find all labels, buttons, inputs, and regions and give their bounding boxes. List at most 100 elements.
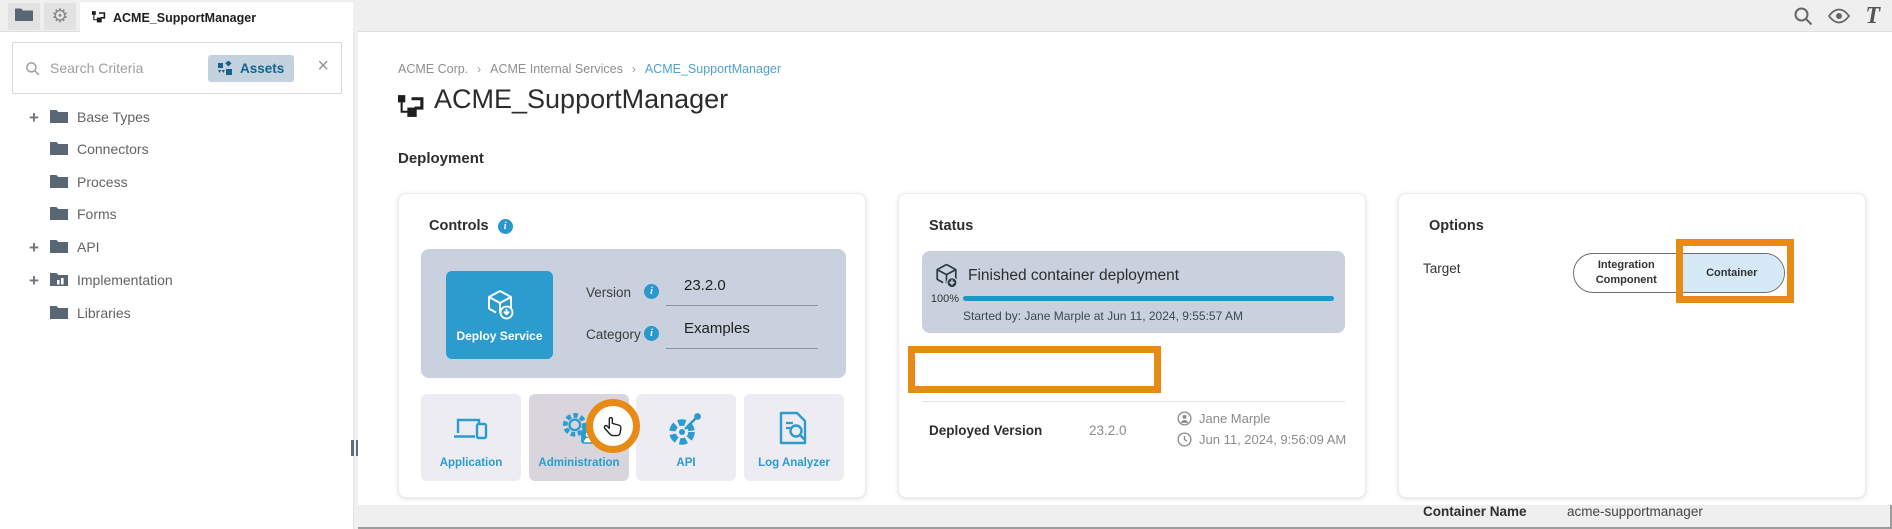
version-input-underline: [666, 305, 818, 306]
progress-percent: 100%: [926, 293, 959, 305]
breadcrumb-item[interactable]: ACME Internal Services: [490, 62, 623, 76]
target-option-integration-component[interactable]: Integration Component: [1574, 254, 1679, 292]
tile-label: Application: [440, 457, 503, 469]
target-option-label: Container: [1706, 266, 1757, 281]
sidebar-item-libraries[interactable]: Libraries: [0, 302, 353, 324]
tree-item-label: Implementation: [77, 272, 173, 288]
info-icon[interactable]: [644, 326, 659, 341]
tile-label: Administration: [538, 457, 619, 469]
breadcrumb-separator: ›: [632, 62, 636, 76]
version-label: Version: [586, 285, 631, 300]
tree-item-label: Forms: [77, 206, 117, 222]
tab-title: ACME_SupportManager: [113, 11, 256, 25]
sidebar-item-forms[interactable]: Forms: [0, 203, 353, 225]
deployed-version-label: Deployed Version: [929, 423, 1042, 438]
settings-button[interactable]: ⚙: [44, 3, 76, 30]
options-card: Options Target Integration Component Con…: [1398, 193, 1866, 498]
api-tile[interactable]: API: [636, 394, 736, 481]
preview-eye-icon[interactable]: [1828, 8, 1850, 24]
sidebar-item-base-types[interactable]: + Base Types: [0, 106, 353, 128]
expand-icon[interactable]: +: [26, 109, 42, 126]
deploy-panel: Deploy Service Version 23.2.0 Category E…: [421, 249, 846, 378]
section-heading: Deployment: [398, 150, 484, 167]
controls-heading: Controls: [429, 218, 489, 234]
container-name-label: Container Name: [1423, 504, 1527, 519]
tree-item-label: API: [77, 239, 100, 255]
breadcrumb-current[interactable]: ACME_SupportManager: [645, 62, 781, 76]
deployed-by-name: Jane Marple: [1199, 411, 1271, 426]
category-label: Category: [586, 327, 641, 342]
brand-logo: T: [1865, 4, 1880, 28]
category-value[interactable]: Examples: [684, 320, 750, 337]
sidebar-item-implementation[interactable]: + Implementation: [0, 269, 353, 291]
deploy-button-label: Deploy Service: [456, 329, 542, 343]
target-toggle: Integration Component Container: [1573, 253, 1785, 293]
gear-icon: ⚙: [51, 7, 68, 26]
progress-bar: [963, 296, 1334, 301]
deploy-service-button[interactable]: Deploy Service: [446, 271, 553, 359]
deployed-at-time: Jun 11, 2024, 9:56:09 AM: [1199, 432, 1346, 447]
divider: [922, 401, 1345, 402]
sidebar-item-connectors[interactable]: Connectors: [0, 138, 353, 160]
assets-icon: [218, 61, 233, 76]
hand-cursor-icon: [602, 415, 625, 440]
search-input-placeholder[interactable]: Search Criteria: [50, 60, 143, 76]
folder-icon: [50, 174, 68, 193]
asset-search-box[interactable]: Search Criteria Assets ×: [12, 42, 342, 94]
controls-card: Controls Deploy Service Version 23.2.0 C…: [398, 193, 866, 498]
tree-item-label: Connectors: [77, 141, 149, 157]
assets-filter-chip[interactable]: Assets: [208, 55, 294, 82]
assets-chip-label: Assets: [240, 61, 284, 76]
application-tile[interactable]: Application: [421, 394, 521, 481]
category-input-underline: [666, 348, 818, 349]
breadcrumb-item[interactable]: ACME Corp.: [398, 62, 468, 76]
deployment-message: Finished container deployment: [968, 267, 1179, 285]
deployed-by-line: Jane Marple: [1177, 411, 1271, 426]
status-heading: Status: [929, 218, 973, 234]
package-icon: [933, 262, 960, 294]
folder-icon: [50, 239, 68, 258]
global-search-icon[interactable]: [1793, 6, 1813, 26]
clock-icon: [1177, 432, 1192, 447]
application-devices-icon: [452, 414, 490, 444]
options-heading: Options: [1429, 218, 1484, 234]
tree-item-label: Base Types: [77, 109, 150, 125]
service-status-highlight-box: [908, 346, 1161, 393]
tile-label: Log Analyzer: [758, 457, 830, 469]
deployed-version-value: 23.2.0: [1089, 423, 1127, 438]
deployed-at-line: Jun 11, 2024, 9:56:09 AM: [1177, 432, 1346, 447]
project-icon: [398, 93, 425, 123]
user-icon: [1177, 411, 1192, 426]
expand-icon[interactable]: +: [26, 239, 42, 256]
close-icon[interactable]: ×: [317, 56, 329, 76]
info-icon[interactable]: [644, 284, 659, 299]
folder-icon: [15, 7, 33, 26]
breadcrumb-separator: ›: [477, 62, 481, 76]
app-window: ⚙ ACME_SupportManager T Search Criteria: [0, 0, 1892, 529]
folder-icon: [50, 305, 68, 324]
folder-icon: [50, 141, 68, 160]
container-name-value: acme-supportmanager: [1567, 504, 1703, 519]
document-tab[interactable]: ACME_SupportManager: [80, 2, 353, 33]
info-icon[interactable]: [498, 219, 513, 234]
implementation-folder-icon: [50, 272, 68, 291]
tree-item-label: Libraries: [77, 305, 131, 321]
sidebar-item-process[interactable]: Process: [0, 171, 353, 193]
deployment-status-panel: Finished container deployment 100% Start…: [922, 251, 1345, 333]
project-icon: [92, 10, 106, 26]
target-label: Target: [1423, 261, 1461, 276]
expand-icon[interactable]: +: [26, 272, 42, 289]
target-option-label: Integration Component: [1580, 258, 1673, 288]
version-value[interactable]: 23.2.0: [684, 277, 726, 294]
status-card: Status Finished container deployment 100…: [898, 193, 1366, 498]
target-option-container[interactable]: Container: [1679, 254, 1785, 292]
tree-item-label: Process: [77, 174, 128, 190]
folder-button[interactable]: [8, 3, 40, 30]
top-toolbar: ⚙ ACME_SupportManager T: [0, 0, 1892, 32]
log-analyzer-tile[interactable]: Log Analyzer: [744, 394, 844, 481]
api-wheel-icon: [668, 410, 704, 446]
folder-icon: [50, 109, 68, 128]
click-annotation-ring: [586, 399, 640, 453]
sidebar-item-api[interactable]: + API: [0, 236, 353, 258]
folder-icon: [50, 206, 68, 225]
